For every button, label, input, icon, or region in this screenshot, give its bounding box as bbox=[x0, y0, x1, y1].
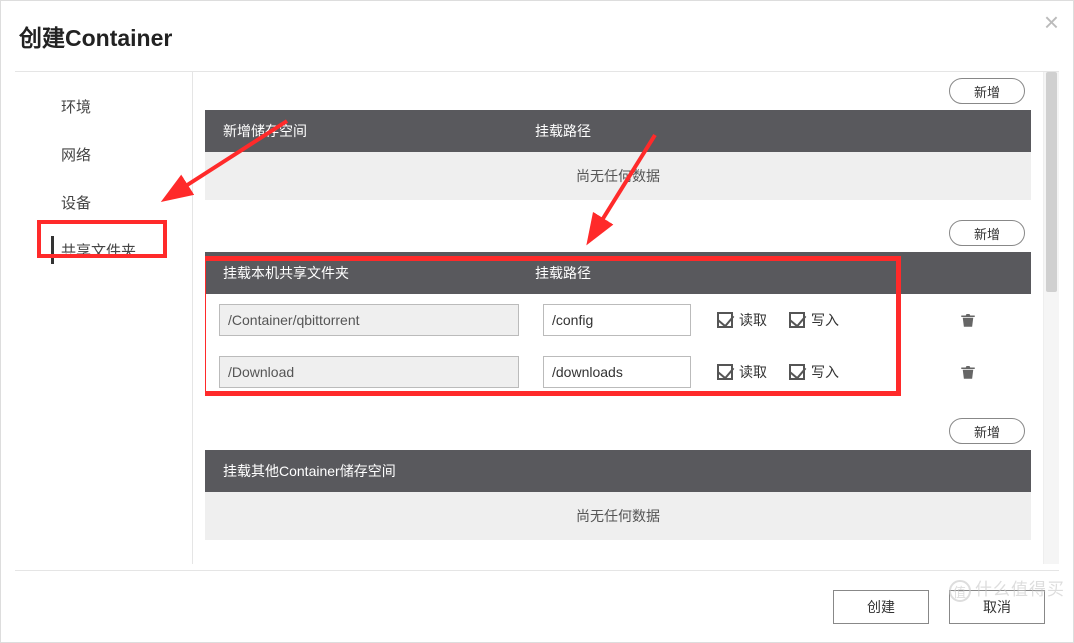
checkbox-label: 写入 bbox=[811, 310, 839, 330]
host-path-input[interactable]: /Container/qbittorrent bbox=[219, 304, 519, 336]
section3-header: 挂载其他Container储存空间 bbox=[205, 450, 1031, 492]
section3-empty: 尚无任何数据 bbox=[205, 492, 1031, 540]
sidebar-item-label: 设备 bbox=[61, 192, 91, 213]
checkbox-label: 读取 bbox=[739, 362, 767, 382]
mount-path-input[interactable]: /config bbox=[543, 304, 691, 336]
create-button[interactable]: 创建 bbox=[833, 590, 929, 624]
section1-col-storage: 新增储存空间 bbox=[205, 121, 535, 141]
add-button[interactable]: 新增 bbox=[949, 418, 1025, 444]
write-checkbox[interactable]: 写入 bbox=[789, 362, 839, 382]
host-path-input[interactable]: /Download bbox=[219, 356, 519, 388]
cancel-button[interactable]: 取消 bbox=[949, 590, 1045, 624]
add-button[interactable]: 新增 bbox=[949, 78, 1025, 104]
checkbox-icon bbox=[789, 312, 805, 328]
scrollbar[interactable] bbox=[1043, 72, 1059, 564]
shared-folder-row: /Container/qbittorrent/config 读取 写入 bbox=[205, 294, 1031, 346]
section2-col-mount: 挂载路径 bbox=[535, 263, 735, 283]
checkbox-icon bbox=[717, 364, 733, 380]
section2-header: 挂载本机共享文件夹 挂载路径 bbox=[205, 252, 1031, 294]
modal-footer: 创建 取消 bbox=[15, 570, 1059, 642]
section1-header: 新增储存空间 挂载路径 bbox=[205, 110, 1031, 152]
checkbox-icon bbox=[717, 312, 733, 328]
checkbox-label: 写入 bbox=[811, 362, 839, 382]
section2-col-host: 挂载本机共享文件夹 bbox=[205, 263, 535, 283]
content-panel: 新增 新增储存空间 挂载路径 尚无任何数据 新增 挂载本机共享文件夹 挂载路径 … bbox=[205, 72, 1031, 564]
checkbox-icon bbox=[789, 364, 805, 380]
modal-title: 创建Container bbox=[19, 19, 172, 53]
shared-folder-row: /Download/downloads 读取 写入 bbox=[205, 346, 1031, 398]
checkbox-label: 读取 bbox=[739, 310, 767, 330]
sidebar-item-env[interactable]: 环境 bbox=[15, 82, 192, 130]
section1-empty: 尚无任何数据 bbox=[205, 152, 1031, 200]
scrollbar-thumb[interactable] bbox=[1046, 72, 1057, 292]
trash-icon[interactable] bbox=[959, 311, 977, 329]
trash-icon[interactable] bbox=[959, 363, 977, 381]
close-icon[interactable]: × bbox=[1044, 7, 1059, 38]
read-checkbox[interactable]: 读取 bbox=[717, 310, 767, 330]
sidebar-item-device[interactable]: 设备 bbox=[15, 178, 192, 226]
sidebar-item-shared-folder[interactable]: 共享文件夹 bbox=[15, 226, 192, 274]
settings-sidebar: 环境 网络 设备 共享文件夹 bbox=[15, 72, 193, 564]
mount-path-input[interactable]: /downloads bbox=[543, 356, 691, 388]
sidebar-item-network[interactable]: 网络 bbox=[15, 130, 192, 178]
read-checkbox[interactable]: 读取 bbox=[717, 362, 767, 382]
add-button[interactable]: 新增 bbox=[949, 220, 1025, 246]
sidebar-item-label: 网络 bbox=[61, 144, 91, 165]
write-checkbox[interactable]: 写入 bbox=[789, 310, 839, 330]
sidebar-item-label: 环境 bbox=[61, 96, 91, 117]
section1-col-mount: 挂载路径 bbox=[535, 121, 735, 141]
sidebar-item-label: 共享文件夹 bbox=[61, 240, 136, 261]
section3-col: 挂载其他Container储存空间 bbox=[205, 461, 396, 481]
